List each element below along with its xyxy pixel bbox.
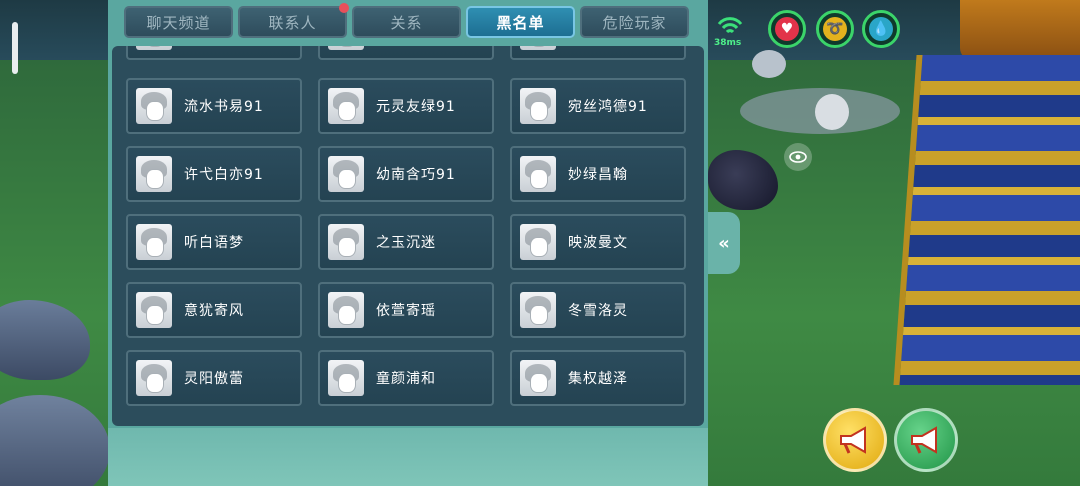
collapse-panel-button[interactable]: « xyxy=(708,212,740,274)
blacklist-entry[interactable]: 元灵友绿91 xyxy=(318,78,494,134)
player-name: 意犹寄风 xyxy=(184,303,244,319)
temple-roof xyxy=(960,0,1080,60)
avatar xyxy=(328,360,364,396)
player-name: 流水书易91 xyxy=(184,99,264,115)
tab-2[interactable]: 联系人 xyxy=(238,3,349,38)
avatar xyxy=(136,156,172,192)
water-drop-icon: 💧 xyxy=(869,17,893,41)
blacklist-entry[interactable]: 许弋白亦91 xyxy=(126,146,302,202)
side-drawer-handle[interactable] xyxy=(12,22,18,74)
blacklist-entry[interactable] xyxy=(126,46,302,60)
blacklist-entry[interactable]: 幼南含巧91 xyxy=(318,146,494,202)
player-name: 集权越泽 xyxy=(568,371,628,387)
blacklist-entry[interactable]: 之玉沉迷 xyxy=(318,214,494,270)
blacklist-entry[interactable]: 童颜浦和 xyxy=(318,350,494,406)
tab-bar: 聊天频道 联系人 关系 黑名单 危险玩家 xyxy=(124,3,700,40)
avatar xyxy=(520,292,556,328)
avatar xyxy=(136,360,172,396)
tab-label: 危险玩家 xyxy=(602,13,667,32)
team-broadcast-button[interactable] xyxy=(894,408,958,472)
avatar xyxy=(328,224,364,260)
player-name: 听白语梦 xyxy=(184,235,244,251)
tab-5[interactable]: 危险玩家 xyxy=(580,6,689,38)
megaphone-icon xyxy=(840,426,866,454)
blacklist-entry[interactable] xyxy=(510,46,686,60)
blacklist-entry[interactable]: 冬雪洛灵 xyxy=(510,282,686,338)
blacklist-entry[interactable]: 流水书易91 xyxy=(126,78,302,134)
avatar xyxy=(136,292,172,328)
blacklist-entry[interactable]: 依萱寄瑶 xyxy=(318,282,494,338)
hunger-gauge: ➰ xyxy=(816,10,854,48)
player-name: 灵阳傲蕾 xyxy=(184,371,244,387)
blacklist-entry[interactable]: 集权越泽 xyxy=(510,350,686,406)
avatar xyxy=(328,156,364,192)
player-name: 童颜浦和 xyxy=(376,371,436,387)
eye-icon[interactable] xyxy=(784,143,812,171)
tab-1[interactable]: 聊天频道 xyxy=(124,6,233,38)
tab-label: 聊天频道 xyxy=(146,13,211,32)
megaphone-icon xyxy=(911,426,937,454)
avatar xyxy=(136,224,172,260)
bird-creature[interactable] xyxy=(815,94,849,130)
food-icon: ➰ xyxy=(823,17,847,41)
tab-3[interactable]: 关系 xyxy=(352,6,461,38)
social-panel: 聊天频道 联系人 关系 黑名单 危险玩家 流水书易91 元灵友绿91 宛丝鸿德91 许弋白亦9… xyxy=(108,0,708,486)
player-name: 元灵友绿91 xyxy=(376,99,456,115)
player-name: 映波曼文 xyxy=(568,235,628,251)
avatar xyxy=(520,224,556,260)
avatar xyxy=(520,360,556,396)
blacklist-entry[interactable]: 灵阳傲蕾 xyxy=(126,350,302,406)
blacklist-list[interactable]: 流水书易91 元灵友绿91 宛丝鸿德91 许弋白亦91 幼南含巧91 妙绿昌翰听白语梦 之玉… xyxy=(112,46,704,426)
blacklist-entry[interactable]: 听白语梦 xyxy=(126,214,302,270)
tab-label: 关系 xyxy=(390,13,423,32)
player-name: 许弋白亦91 xyxy=(184,167,264,183)
world-broadcast-button[interactable] xyxy=(823,408,887,472)
notification-dot xyxy=(339,3,349,13)
tab-4[interactable]: 黑名单 xyxy=(466,6,575,38)
blacklist-entry[interactable]: 妙绿昌翰 xyxy=(510,146,686,202)
bird-creature[interactable] xyxy=(752,50,786,78)
avatar xyxy=(328,88,364,124)
tab-label: 黑名单 xyxy=(496,13,545,32)
health-gauge: ♥ xyxy=(768,10,806,48)
avatar xyxy=(136,88,172,124)
avatar xyxy=(520,88,556,124)
player-name: 妙绿昌翰 xyxy=(568,167,628,183)
panel-footer xyxy=(108,428,708,486)
tab-label: 联系人 xyxy=(268,13,317,32)
avatar xyxy=(328,292,364,328)
player-name: 宛丝鸿德91 xyxy=(568,99,648,115)
player-name: 依萱寄瑶 xyxy=(376,303,436,319)
avatar xyxy=(520,156,556,192)
blacklist-entry[interactable]: 意犹寄风 xyxy=(126,282,302,338)
avatar xyxy=(328,46,364,50)
avatar xyxy=(136,46,172,50)
player-name: 之玉沉迷 xyxy=(376,235,436,251)
heart-icon: ♥ xyxy=(775,17,799,41)
avatar xyxy=(520,46,556,50)
signal-icon xyxy=(717,17,743,34)
double-chevron-left-icon: « xyxy=(718,232,730,254)
thirst-gauge: 💧 xyxy=(862,10,900,48)
ping-label: 38ms xyxy=(714,38,742,48)
player-name: 冬雪洛灵 xyxy=(568,303,628,319)
player-name: 幼南含巧91 xyxy=(376,167,456,183)
temple-wall xyxy=(893,55,1080,385)
blacklist-entry[interactable]: 宛丝鸿德91 xyxy=(510,78,686,134)
blacklist-entry[interactable]: 映波曼文 xyxy=(510,214,686,270)
blacklist-entry[interactable] xyxy=(318,46,494,60)
